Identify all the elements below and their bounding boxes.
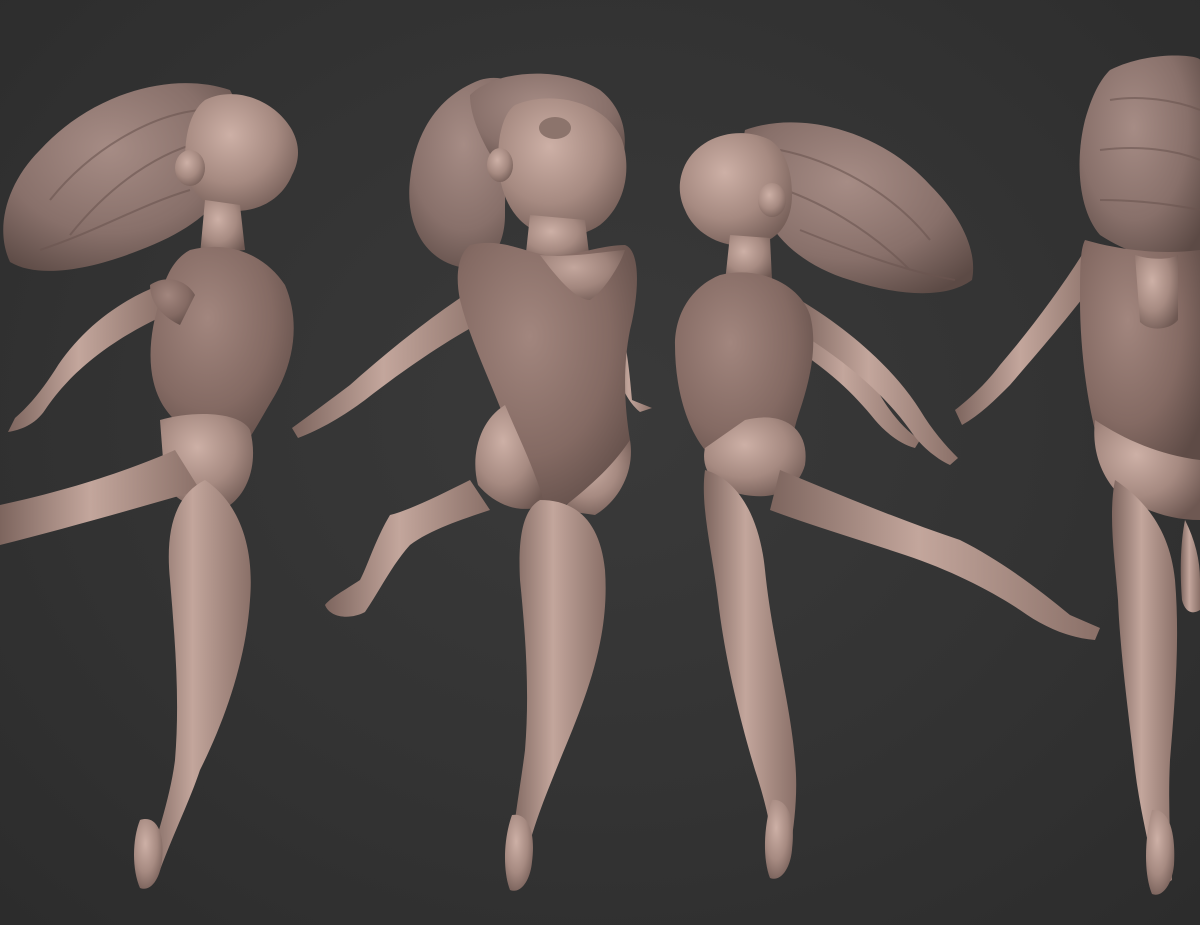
figure-1-leg-front [145,480,251,880]
figure-1-leg-back [0,450,200,545]
figure-3-ear [758,183,786,217]
figure-3-leg-back [770,470,1100,640]
figure-1-ear [175,150,205,186]
figure-2-leg-front [510,500,606,870]
figure-3-arm-right-2 [795,300,958,465]
figure-2-leg-back [325,480,490,617]
figure-2-eye [539,117,571,139]
figure-4 [955,55,1200,895]
figure-2 [292,73,652,891]
turnaround-render [0,55,1200,895]
figure-1 [0,83,298,889]
figure-1-head [185,94,298,211]
figure-4-hair [1079,55,1200,262]
figure-3-leg-front [703,470,797,860]
sculpt-viewport [0,0,1200,925]
figure-4-leg-back [1180,520,1200,613]
figure-1-arm-left [8,285,165,432]
figure-3 [675,122,1100,879]
figure-4-arm-left [955,250,1100,425]
figure-2-ear [487,148,513,182]
